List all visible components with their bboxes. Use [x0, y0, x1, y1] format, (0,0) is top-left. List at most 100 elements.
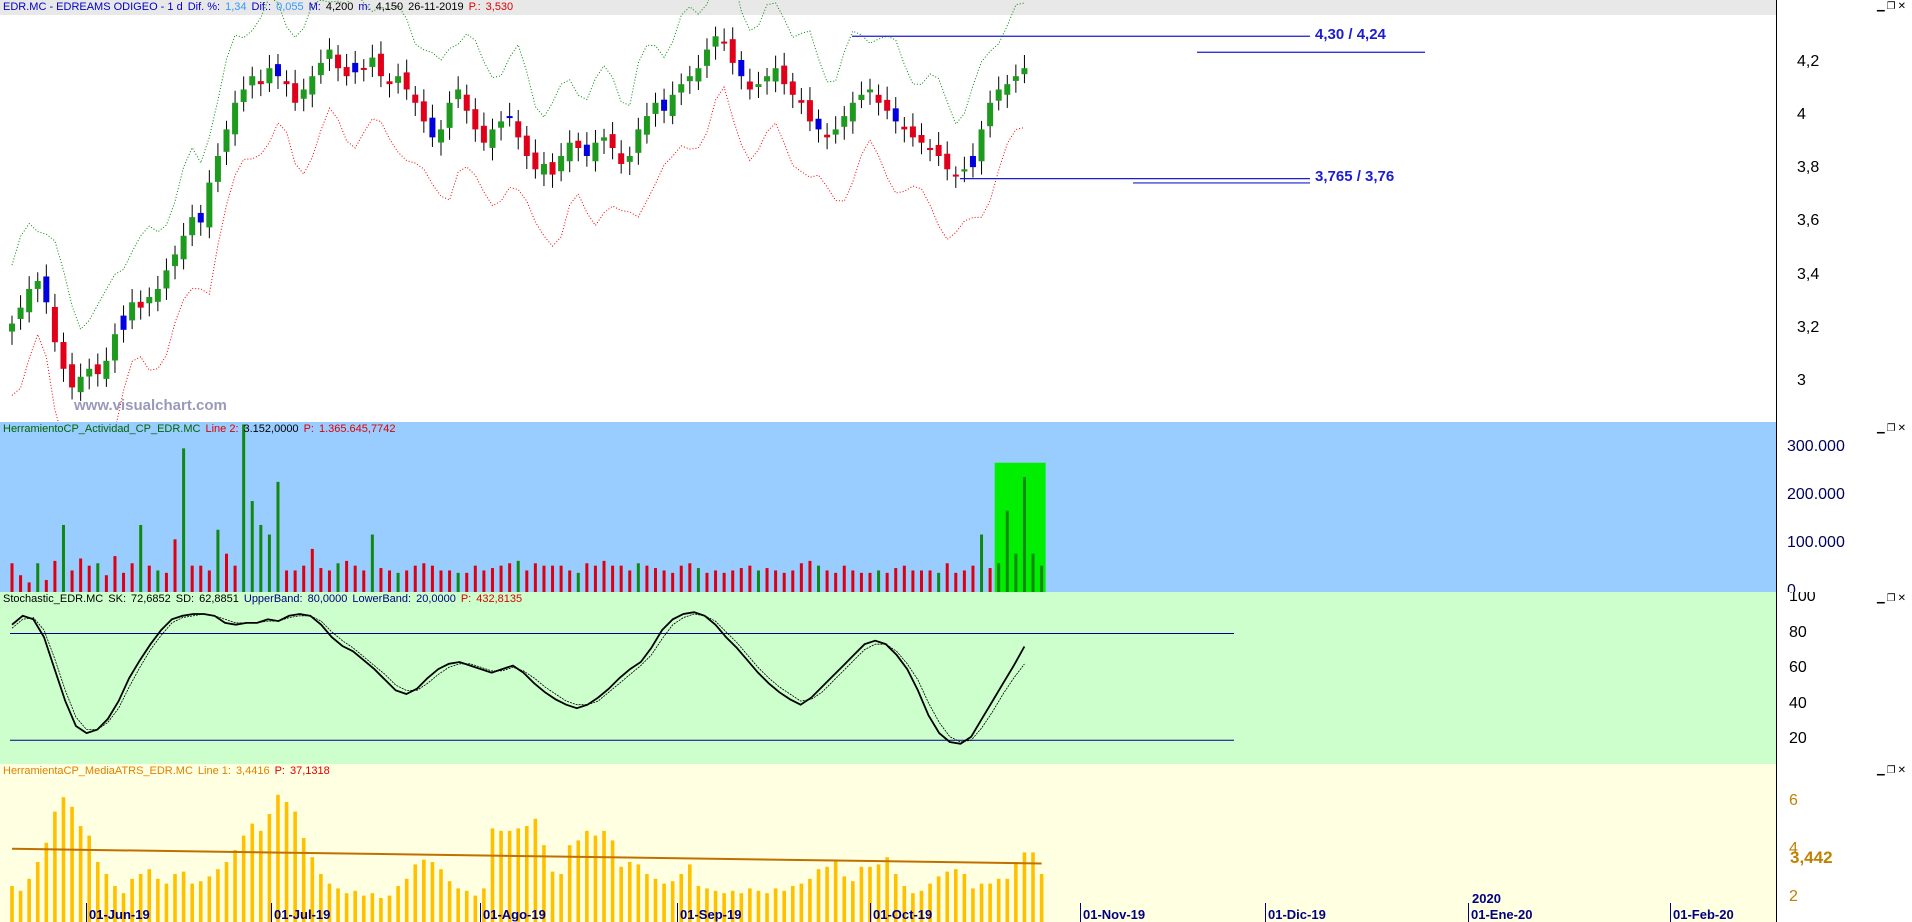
candle-body [446, 102, 453, 128]
candle-body [154, 288, 161, 302]
lb-value: 20,0000 [416, 593, 456, 605]
x-axis: 01-Jun-19 01-Jul-19 01-Ago-19 01-Sep-19 01-O… [0, 891, 1912, 922]
x-tick-label: 01-Ene-20 [1471, 907, 1533, 922]
volume-bar [971, 565, 975, 592]
restore-icon[interactable]: ❐ [1887, 423, 1898, 434]
restore-icon[interactable]: ❐ [1887, 593, 1898, 604]
close-icon[interactable]: ✕ [1898, 593, 1908, 604]
x-tick-label: 01-Oct-19 [873, 907, 933, 922]
volume-bar [696, 568, 700, 592]
candle-body [652, 102, 659, 114]
volume-bar [894, 568, 898, 592]
candle-body [995, 89, 1002, 101]
candle-body [369, 57, 376, 67]
volume-bar [516, 560, 520, 592]
volume-bar [619, 565, 623, 592]
volume-bar [842, 565, 846, 592]
candle-body [180, 235, 187, 260]
minimize-icon[interactable]: ▁ [1877, 593, 1887, 604]
volume-bar [542, 565, 546, 592]
volume-bar [70, 570, 74, 592]
candle-body [472, 109, 479, 130]
candle-body [806, 100, 813, 122]
price-panel-title: EDR.MC - EDREAMS ODIGEO - 1 d Dif. %: 1,34… [3, 1, 518, 13]
candle-body [17, 307, 24, 319]
minimize-icon[interactable]: ▁ [1877, 423, 1887, 434]
volume-bar [705, 572, 709, 592]
price-window-buttons[interactable]: ▁❐✕ [1877, 1, 1908, 12]
volume-bar [851, 570, 855, 592]
candle-body [686, 76, 693, 82]
candle-body [111, 334, 118, 361]
volume-bar [122, 572, 126, 592]
atr-tick-label: 6 [1789, 792, 1798, 809]
volume-bar [61, 524, 65, 592]
candle-body [266, 68, 273, 84]
stochastic-window-buttons[interactable]: ▁❐✕ [1877, 593, 1908, 604]
candle-body [326, 49, 333, 59]
candle-body [360, 67, 367, 70]
volume-bar [388, 570, 392, 592]
volume-bar [980, 534, 984, 592]
candle-body [386, 81, 393, 85]
candle-body [120, 315, 127, 330]
stochastic-chart[interactable] [0, 592, 1776, 764]
volume-bar [774, 570, 778, 592]
volume-bar [430, 565, 434, 592]
minimize-icon[interactable]: ▁ [1877, 765, 1887, 776]
price-tick-label: 3 [1797, 372, 1806, 390]
volume-plot-area[interactable] [0, 422, 1776, 592]
x-tick-label: 01-Jul-19 [274, 907, 331, 922]
dif-pct-label: Dif. %: [187, 1, 221, 13]
volume-bar [482, 570, 486, 592]
price-plot-area[interactable] [0, 0, 1776, 422]
volume-bar [422, 563, 426, 592]
close-icon[interactable]: ✕ [1898, 765, 1908, 776]
stochastic-panel-title: Stochastic_EDR.MC SK: 72,6852 SD: 62,8851 Upp… [3, 593, 527, 605]
candle-body [352, 62, 359, 73]
candle-body [9, 323, 15, 332]
candle-body [764, 76, 771, 82]
candle-body [738, 60, 745, 77]
volume-bar [1031, 553, 1035, 592]
candle-body [969, 155, 976, 168]
max-label: M: [308, 1, 321, 13]
price-tick-label: 4,2 [1797, 52, 1820, 70]
volume-chart[interactable] [0, 422, 1776, 592]
candle-body [549, 162, 556, 175]
close-icon[interactable]: ✕ [1898, 1, 1908, 12]
candle-body [618, 153, 625, 164]
candle-body [858, 94, 865, 100]
volume-bar [87, 565, 91, 592]
volume-bar [293, 570, 297, 592]
atr-window-buttons[interactable]: ▁❐✕ [1877, 765, 1908, 776]
candle-body [1012, 76, 1019, 81]
line2-value: 3.152,0000 [243, 423, 299, 435]
price-chart[interactable] [0, 0, 1776, 422]
minimize-icon[interactable]: ▁ [1877, 1, 1887, 12]
candle-body [815, 118, 822, 130]
x-tick-label: 01-Nov-19 [1083, 907, 1146, 922]
volume-bar [714, 570, 718, 592]
candle-body [223, 129, 230, 152]
candle-body [669, 94, 676, 117]
candle-body [506, 116, 513, 119]
candle-body [695, 68, 702, 82]
atr-plot-area[interactable] [0, 764, 1776, 922]
close-icon[interactable]: ✕ [1898, 423, 1908, 434]
volume-bar [259, 524, 263, 592]
volume-bar [336, 563, 340, 592]
restore-icon[interactable]: ❐ [1887, 765, 1898, 776]
candle-body [901, 126, 908, 130]
candle-body [703, 49, 710, 66]
atr-chart[interactable] [0, 764, 1776, 922]
atr-last-value: 3,442 [1790, 848, 1833, 867]
stoch-p-label: P: [460, 593, 472, 605]
candle-body [43, 276, 50, 303]
volume-window-buttons[interactable]: ▁❐✕ [1877, 423, 1908, 434]
stochastic-plot-area[interactable] [0, 592, 1776, 764]
atr-p-value: 37,1318 [290, 765, 330, 777]
restore-icon[interactable]: ❐ [1887, 1, 1898, 12]
volume-bar [1005, 510, 1009, 592]
candle-body [661, 99, 668, 111]
